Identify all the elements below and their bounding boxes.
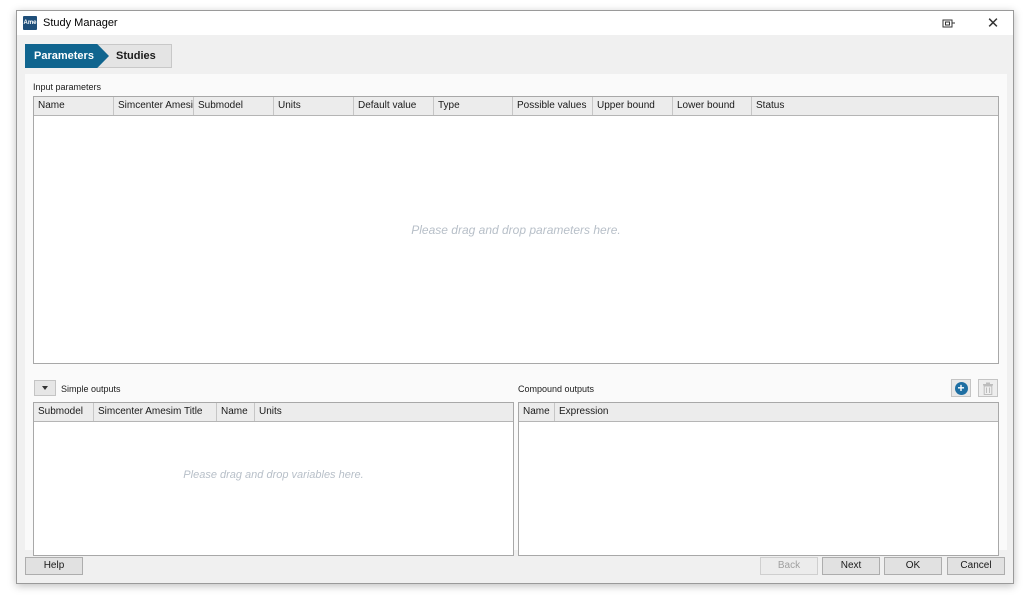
add-compound-output-button[interactable]: + (951, 379, 971, 397)
simple-outputs-placeholder: Please drag and drop variables here. (183, 469, 364, 481)
column-header-units[interactable]: Units (255, 403, 513, 421)
chevron-down-icon (42, 386, 48, 390)
window-title: Study Manager (43, 17, 118, 29)
compound-outputs-table[interactable]: Name Expression (518, 402, 999, 556)
app-icon: Ame (23, 16, 37, 30)
input-parameters-placeholder: Please drag and drop parameters here. (411, 223, 621, 237)
ok-button[interactable]: OK (884, 557, 942, 575)
compound-outputs-header: Name Expression (519, 403, 998, 422)
column-header-status[interactable]: Status (752, 97, 998, 115)
column-header-name[interactable]: Name (34, 97, 114, 115)
step-breadcrumb: Parameters Studies (25, 44, 172, 68)
trash-icon (983, 382, 993, 395)
column-header-name[interactable]: Name (519, 403, 555, 421)
collapse-outputs-button[interactable] (34, 380, 56, 396)
column-header-name[interactable]: Name (217, 403, 255, 421)
simple-outputs-table[interactable]: Submodel Simcenter Amesim Title Name Uni… (33, 402, 514, 556)
title-bar: Ame Study Manager ✕ (17, 11, 1013, 35)
main-panel: Input parameters Name Simcenter Amesim S… (25, 74, 1007, 556)
cancel-button[interactable]: Cancel (947, 557, 1005, 575)
column-header-submodel[interactable]: Submodel (194, 97, 274, 115)
column-header-type[interactable]: Type (434, 97, 513, 115)
column-header-upper-bound[interactable]: Upper bound (593, 97, 673, 115)
compound-outputs-label: Compound outputs (518, 384, 595, 394)
study-manager-window: Ame Study Manager ✕ Parameters Studies I… (16, 10, 1014, 584)
simple-outputs-header: Submodel Simcenter Amesim Title Name Uni… (34, 403, 513, 422)
column-header-expression[interactable]: Expression (555, 403, 998, 421)
input-parameters-label: Input parameters (33, 82, 102, 92)
column-header-default-value[interactable]: Default value (354, 97, 434, 115)
column-header-simcenter-amesim[interactable]: Simcenter Amesim (114, 97, 194, 115)
next-button[interactable]: Next (822, 557, 880, 575)
add-icon: + (954, 381, 968, 395)
column-header-possible-values[interactable]: Possible values (513, 97, 593, 115)
back-button[interactable]: Back (760, 557, 818, 575)
column-header-lower-bound[interactable]: Lower bound (673, 97, 752, 115)
input-parameters-table[interactable]: Name Simcenter Amesim Submodel Units Def… (33, 96, 999, 364)
help-button[interactable]: Help (25, 557, 83, 575)
column-header-submodel[interactable]: Submodel (34, 403, 94, 421)
delete-compound-output-button[interactable] (978, 379, 998, 397)
restore-window-icon[interactable] (933, 11, 965, 35)
input-parameters-header: Name Simcenter Amesim Submodel Units Def… (34, 97, 998, 116)
column-header-units[interactable]: Units (274, 97, 354, 115)
step-parameters[interactable]: Parameters (25, 44, 109, 68)
simple-outputs-label: Simple outputs (61, 384, 121, 394)
column-header-simcenter-amesim-title[interactable]: Simcenter Amesim Title (94, 403, 217, 421)
close-icon[interactable]: ✕ (977, 11, 1009, 35)
